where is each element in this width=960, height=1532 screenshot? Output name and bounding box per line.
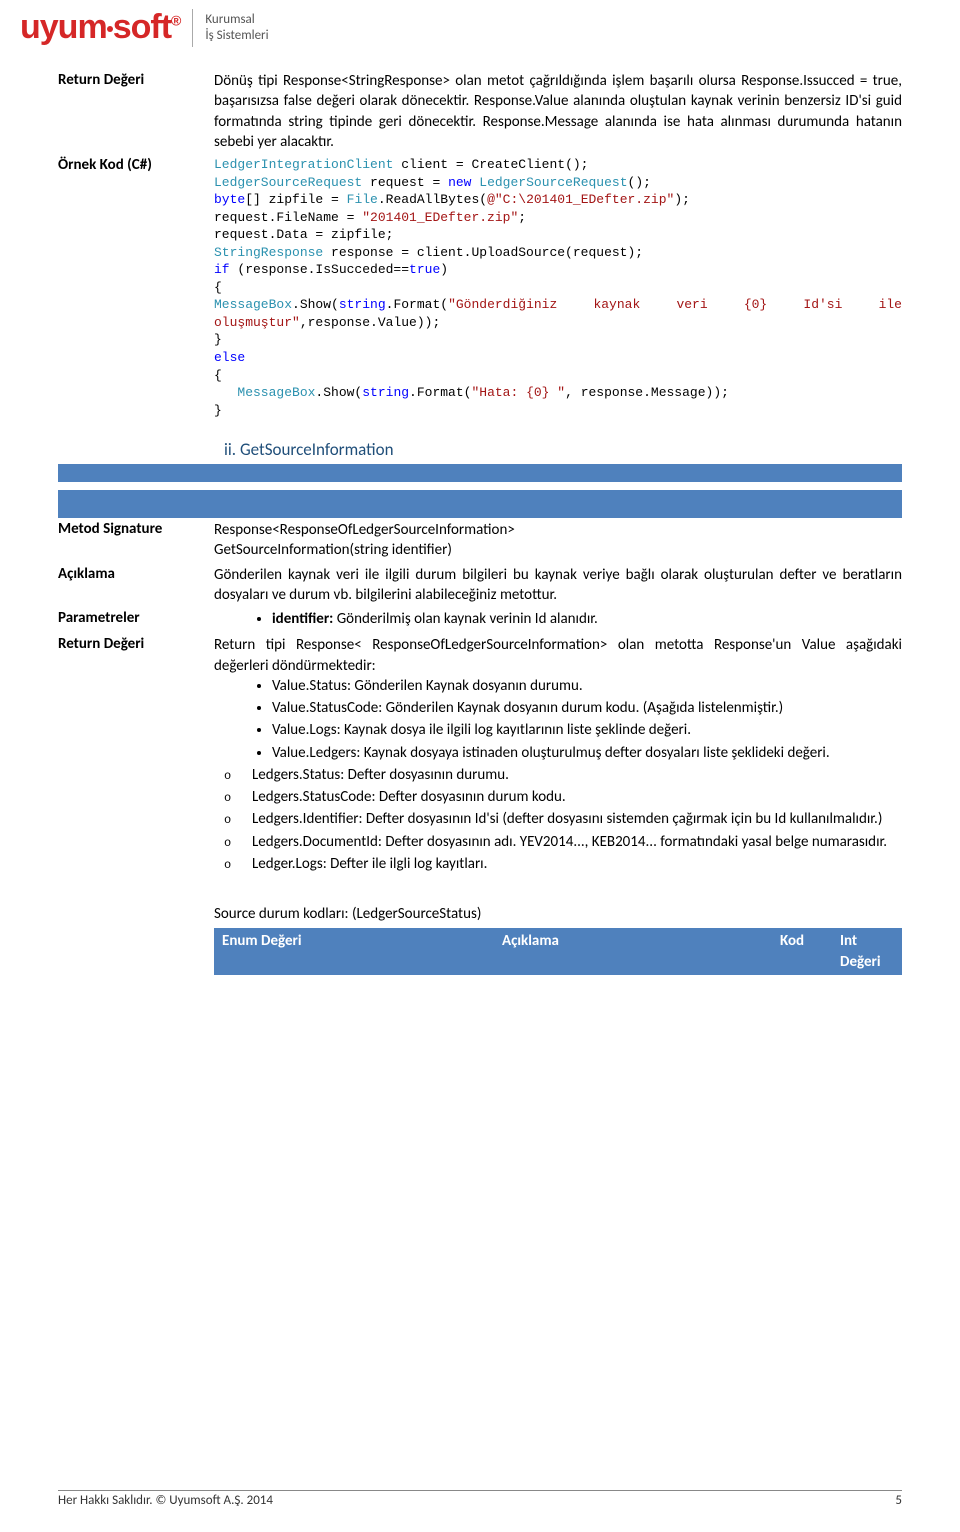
return-row: Return Değeri Dönüş tipi Response<String… <box>58 69 902 154</box>
bar-gap <box>58 482 902 490</box>
return-label: Return Değeri <box>58 69 214 154</box>
parameters-label: Parametreler <box>58 607 214 633</box>
tagline-line1: Kurumsal <box>205 12 268 28</box>
enum-h-int: Int Değeri <box>832 928 902 975</box>
enum-h-value: Enum Değeri <box>214 928 494 975</box>
footer-pagenum: 5 <box>895 1493 902 1508</box>
footer-copyright: Her Hakkı Saklıdır. © Uyumsoft A.Ş. 2014 <box>58 1493 273 1508</box>
sub-ledgers-documentid: Ledgers.DocumentId: Defter dosyasının ad… <box>252 832 902 852</box>
parameters-value: identifier: Gönderilmiş olan kaynak veri… <box>214 607 902 633</box>
blue-bar-top <box>58 464 902 482</box>
description-label: Açıklama <box>58 563 214 608</box>
tagline-line2: İş Sistemleri <box>205 28 268 44</box>
page-footer: Her Hakkı Saklıdır. © Uyumsoft A.Ş. 2014… <box>58 1490 902 1508</box>
logo: uyumsoft® <box>20 8 180 47</box>
bullet-status: Value.Status: Gönderilen Kaynak dosyanın… <box>272 676 902 696</box>
sub-ledgers-status: Ledgers.Status: Defter dosyasının durumu… <box>252 765 902 785</box>
signature-label: Metod Signature <box>58 518 214 563</box>
signature-row: Metod Signature Response<ResponseOfLedge… <box>58 518 902 563</box>
page-header: uyumsoft® Kurumsal İş Sistemleri <box>0 0 960 51</box>
page-content: Return Değeri Dönüş tipi Response<String… <box>0 51 960 977</box>
code-row: Örnek Kod (C#) LedgerIntegrationClient c… <box>58 154 902 421</box>
parameters-row: Parametreler identifier: Gönderilmiş ola… <box>58 607 902 633</box>
return-value: Dönüş tipi Response<StringResponse> olan… <box>214 69 902 154</box>
blue-bar-bottom <box>58 490 902 518</box>
bullet-ledgers: Value.Ledgers: Kaynak dosyaya istinaden … <box>272 743 902 763</box>
sub-ledgers-identifier: Ledgers.Identifier: Defter dosyasının Id… <box>252 809 902 829</box>
code-label: Örnek Kod (C#) <box>58 154 214 421</box>
return2-label: Return Değeri <box>58 633 214 977</box>
tagline: Kurumsal İş Sistemleri <box>205 12 268 43</box>
sub-ledgers-statuscode: Ledgers.StatusCode: Defter dosyasının du… <box>252 787 902 807</box>
enum-caption: Source durum kodları: (LedgerSourceStatu… <box>214 904 902 924</box>
enum-h-desc: Açıklama <box>494 928 772 975</box>
description-row: Açıklama Gönderilen kaynak veri ile ilgi… <box>58 563 902 608</box>
bullet-logs: Value.Logs: Kaynak dosya ile ilgili log … <box>272 720 902 740</box>
bullet-statuscode: Value.StatusCode: Gönderilen Kaynak dosy… <box>272 698 902 718</box>
header-divider <box>192 9 193 47</box>
enum-header-row: Enum Değeri Açıklama Kod Int Değeri <box>214 928 902 975</box>
signature-value: Response<ResponseOfLedgerSourceInformati… <box>214 518 902 563</box>
return2-intro: Return tipi Response< ResponseOfLedgerSo… <box>214 635 902 676</box>
sub-ledger-logs: Ledger.Logs: Defter ile ilgli log kayıtl… <box>252 854 902 874</box>
param-bullet: identifier: Gönderilmiş olan kaynak veri… <box>272 609 902 629</box>
code-block: LedgerIntegrationClient client = CreateC… <box>214 154 902 421</box>
enum-h-code: Kod <box>772 928 832 975</box>
subheading: ii. GetSourceInformation <box>224 439 902 460</box>
return2-value: Return tipi Response< ResponseOfLedgerSo… <box>214 633 902 977</box>
description-value: Gönderilen kaynak veri ile ilgili durum … <box>214 563 902 608</box>
return2-row: Return Değeri Return tipi Response< Resp… <box>58 633 902 977</box>
